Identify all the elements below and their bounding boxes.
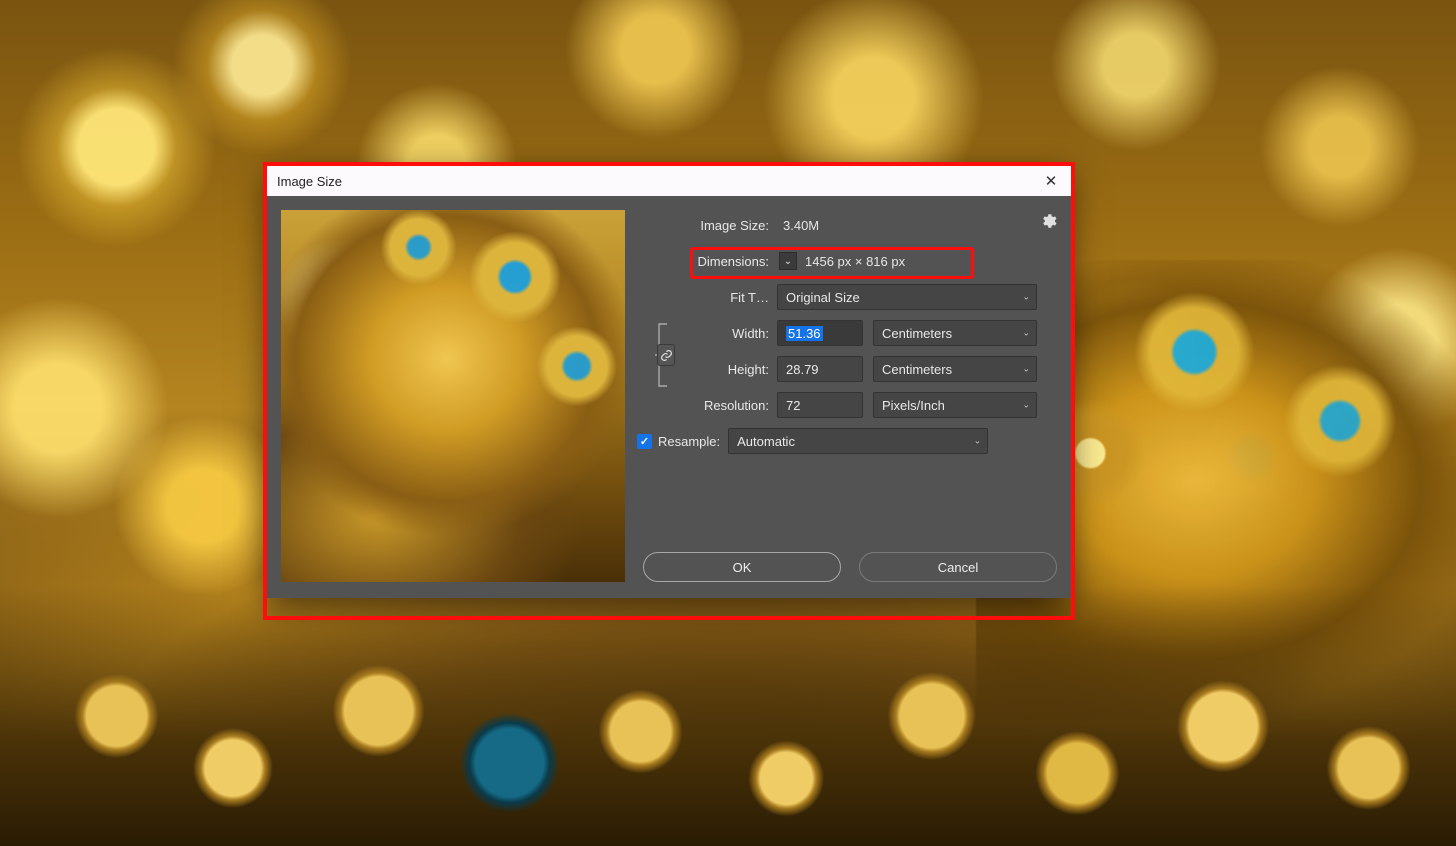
resolution-input[interactable]: 72 — [777, 392, 863, 418]
image-size-value: 3.40M — [777, 218, 819, 233]
height-value: 28.79 — [786, 362, 819, 377]
chevron-down-icon: ⌄ — [1022, 364, 1030, 375]
dimensions-label: Dimensions: — [643, 254, 777, 269]
resample-value: Automatic — [737, 434, 795, 449]
image-size-dialog: Image Size ✕ Image Size: 3.40M Dimension… — [267, 166, 1071, 598]
resolution-label: Resolution: — [643, 398, 777, 413]
cancel-label: Cancel — [938, 560, 978, 575]
width-label: Width: — [673, 326, 777, 341]
resolution-unit-select[interactable]: Pixels/Inch ⌄ — [873, 392, 1037, 418]
height-unit-value: Centimeters — [882, 362, 952, 377]
background-coins — [0, 586, 1456, 846]
width-unit-select[interactable]: Centimeters ⌄ — [873, 320, 1037, 346]
width-unit-value: Centimeters — [882, 326, 952, 341]
link-constrain-toggle[interactable] — [657, 344, 675, 366]
chevron-down-icon: ⌄ — [784, 256, 792, 267]
ok-label: OK — [733, 560, 752, 575]
dialog-title: Image Size — [277, 174, 342, 189]
height-input[interactable]: 28.79 — [777, 356, 863, 382]
dialog-titlebar[interactable]: Image Size ✕ — [267, 166, 1071, 196]
width-value: 51.36 — [786, 326, 823, 341]
chevron-down-icon: ⌄ — [974, 436, 982, 447]
resolution-value: 72 — [786, 398, 800, 413]
width-input[interactable]: 51.36 — [777, 320, 863, 346]
chevron-down-icon: ⌄ — [1022, 400, 1030, 411]
gear-icon[interactable] — [1039, 212, 1057, 230]
cancel-button[interactable]: Cancel — [859, 552, 1057, 582]
fit-to-label: Fit T… — [643, 290, 777, 305]
resample-label: Resample: — [658, 434, 720, 449]
height-unit-select[interactable]: Centimeters ⌄ — [873, 356, 1037, 382]
chevron-down-icon: ⌄ — [1022, 292, 1030, 303]
close-button[interactable]: ✕ — [1041, 172, 1061, 190]
image-preview — [281, 210, 625, 582]
height-label: Height: — [673, 362, 777, 377]
dimensions-value: 1456 px × 816 px — [805, 254, 905, 269]
chevron-down-icon: ⌄ — [1022, 328, 1030, 339]
resolution-unit-value: Pixels/Inch — [882, 398, 945, 413]
resample-checkbox[interactable]: ✓ — [637, 434, 652, 449]
dimensions-unit-toggle[interactable]: ⌄ — [779, 252, 797, 270]
ok-button[interactable]: OK — [643, 552, 841, 582]
fit-to-value: Original Size — [786, 290, 860, 305]
image-size-label: Image Size: — [643, 218, 777, 233]
fit-to-select[interactable]: Original Size ⌄ — [777, 284, 1037, 310]
resample-select[interactable]: Automatic ⌄ — [728, 428, 988, 454]
